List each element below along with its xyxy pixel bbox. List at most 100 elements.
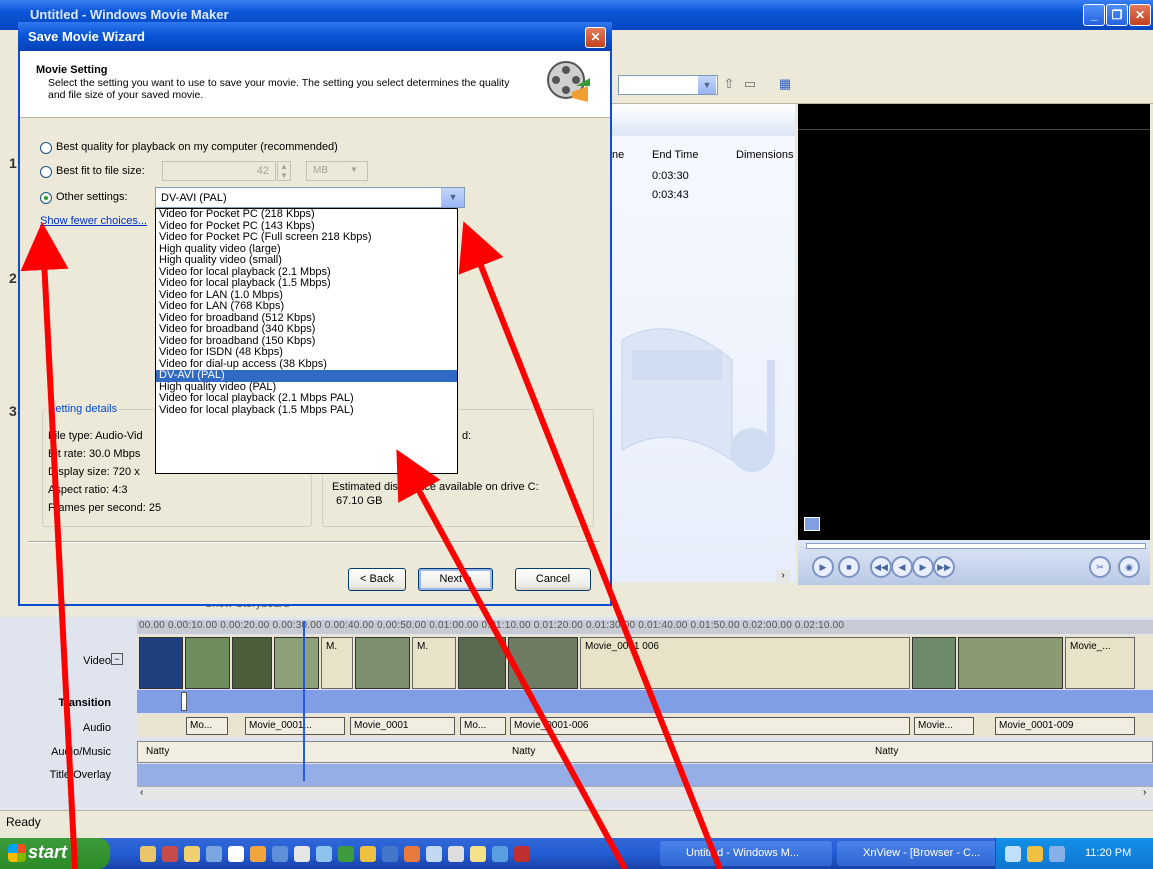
maximize-button[interactable]: ❐	[1106, 4, 1128, 26]
col-header-dimensions[interactable]: Dimensions	[736, 149, 793, 161]
dropdown-option[interactable]: Video for Pocket PC (218 Kbps)	[156, 209, 457, 221]
back-button[interactable]: < Back	[348, 568, 406, 591]
video-clip-thumbnail[interactable]	[958, 637, 1063, 689]
quick-launch-icon[interactable]	[404, 846, 420, 862]
title-overlay-track[interactable]	[137, 764, 1153, 786]
dropdown-option[interactable]: Video for local playback (1.5 Mbps)	[156, 277, 457, 290]
show-fewer-choices-link[interactable]: Show fewer choices...	[40, 215, 147, 227]
dropdown-option[interactable]: Video for LAN (768 Kbps)	[156, 300, 457, 313]
split-clip-icon[interactable]: ✂	[1089, 556, 1111, 578]
audio-clip[interactable]: Mo...	[186, 717, 228, 735]
views-icon[interactable]: ▦	[776, 76, 794, 94]
video-clip-thumbnail[interactable]	[458, 637, 506, 689]
audio-clip[interactable]: Mo...	[460, 717, 506, 735]
quick-launch-icon[interactable]	[206, 846, 222, 862]
video-clip-thumbnail[interactable]	[185, 637, 230, 689]
quick-launch-icon[interactable]	[140, 846, 156, 862]
quick-launch-icon[interactable]	[338, 846, 354, 862]
snapshot-icon[interactable]: ◉	[1118, 556, 1140, 578]
dropdown-option[interactable]: Video for broadband (340 Kbps)	[156, 323, 457, 336]
audio-clip[interactable]: Movie_0001	[350, 717, 455, 735]
video-clip[interactable]: Movie_0001 006	[580, 637, 910, 689]
dropdown-option[interactable]: DV-AVI (PAL)	[156, 369, 457, 382]
quick-launch-icon[interactable]	[360, 846, 376, 862]
quick-launch-icon[interactable]	[316, 846, 332, 862]
next-frame-icon[interactable]: ▶▶	[933, 556, 955, 578]
size-unit-arrow-icon[interactable]: ▼	[350, 165, 358, 174]
video-clip[interactable]: M.	[412, 637, 456, 689]
cancel-button[interactable]: Cancel	[515, 568, 591, 591]
main-close-button[interactable]: ✕	[1129, 4, 1151, 26]
back-icon[interactable]: ◀	[891, 556, 913, 578]
quick-launch-icon[interactable]	[470, 846, 486, 862]
quick-launch-icon[interactable]	[492, 846, 508, 862]
playhead[interactable]	[303, 621, 305, 781]
collections-dropdown-arrow[interactable]: ▼	[698, 76, 716, 94]
dialog-close-button[interactable]: ✕	[585, 27, 606, 48]
video-clip-thumbnail[interactable]	[355, 637, 410, 689]
dropdown-option[interactable]: High quality video (small)	[156, 254, 457, 267]
taskbar-button-xnview[interactable]: XnView - [Browser - C...	[837, 841, 1009, 866]
video-clip[interactable]: Movie_...	[1065, 637, 1135, 689]
quick-launch-icon[interactable]	[426, 846, 442, 862]
quick-launch-icon[interactable]	[448, 846, 464, 862]
dropdown-option[interactable]: Video for ISDN (48 Kbps)	[156, 346, 457, 359]
col-header-name[interactable]: ne	[612, 149, 624, 161]
audio-clip[interactable]: Movie...	[914, 717, 974, 735]
tray-icon[interactable]	[1049, 846, 1065, 862]
radio-best-fit-label[interactable]: Best fit to file size:	[56, 165, 145, 177]
up-folder-icon[interactable]: ⇧	[720, 76, 738, 94]
split-icon[interactable]	[804, 517, 820, 531]
tray-icon[interactable]	[1027, 846, 1043, 862]
timeline-scrollbar[interactable]	[137, 786, 1153, 800]
timeline-ruler[interactable]: 00.00 0.00:10.00 0.00:20.00 0.00:30.00 0…	[137, 620, 1153, 634]
scroll-right-icon[interactable]: ›	[1143, 787, 1146, 798]
audio-clip[interactable]: Movie_0001...	[245, 717, 345, 735]
settings-dropdown-list[interactable]: Video for Pocket PC (218 Kbps) Video for …	[155, 208, 458, 474]
video-clip[interactable]: M.	[321, 637, 353, 689]
minimize-button[interactable]: _	[1083, 4, 1105, 26]
forward-icon[interactable]: ▶	[912, 556, 934, 578]
file-size-spinner-icon[interactable]: ▲ ▼	[277, 161, 291, 181]
previous-frame-icon[interactable]: ◀◀	[870, 556, 892, 578]
radio-best-quality-label[interactable]: Best quality for playback on my computer…	[56, 141, 338, 153]
transition-marker[interactable]	[181, 692, 187, 711]
chevron-down-icon[interactable]: ▼	[441, 188, 464, 207]
scroll-right-icon[interactable]: ›	[776, 570, 790, 584]
collapse-video-icon[interactable]: −	[111, 653, 123, 665]
col-header-end-time[interactable]: End Time	[652, 149, 698, 161]
dropdown-option[interactable]: Video for local playback (2.1 Mbps PAL)	[156, 392, 457, 405]
quick-launch-icon[interactable]	[514, 846, 530, 862]
video-clip-thumbnail[interactable]	[139, 637, 183, 689]
video-clip-thumbnail[interactable]	[232, 637, 272, 689]
video-clip-thumbnail[interactable]	[508, 637, 578, 689]
quick-launch-icon[interactable]	[184, 846, 200, 862]
scroll-left-icon[interactable]: ‹	[140, 787, 143, 798]
audio-music-track[interactable]	[137, 741, 1153, 763]
quick-launch-icon[interactable]	[250, 846, 266, 862]
tray-icon[interactable]	[1005, 846, 1021, 862]
other-settings-select[interactable]: DV-AVI (PAL)	[155, 187, 465, 208]
play-icon[interactable]: ▶	[812, 556, 834, 578]
size-unit-select[interactable]: MB	[306, 161, 368, 181]
new-folder-icon[interactable]: ▭	[741, 76, 759, 94]
radio-best-fit[interactable]	[40, 166, 52, 178]
radio-best-quality[interactable]	[40, 142, 52, 154]
quick-launch-icon[interactable]	[272, 846, 288, 862]
next-button[interactable]: Next >	[418, 568, 493, 591]
audio-clip[interactable]: Movie_0001-006	[510, 717, 910, 735]
dropdown-option[interactable]: Video for local playback (1.5 Mbps PAL)	[156, 404, 457, 417]
taskbar-button-movie-maker[interactable]: Untitled - Windows M...	[660, 841, 832, 866]
video-clip-thumbnail[interactable]	[912, 637, 956, 689]
quick-launch-icon[interactable]	[382, 846, 398, 862]
quick-launch-icon[interactable]	[294, 846, 310, 862]
audio-clip[interactable]: Movie_0001-009	[995, 717, 1135, 735]
dropdown-option[interactable]: Video for Pocket PC (Full screen 218 Kbp…	[156, 231, 457, 244]
file-size-input[interactable]: 42	[162, 161, 276, 181]
radio-other-settings-label[interactable]: Other settings:	[56, 191, 128, 203]
seek-bar[interactable]	[806, 543, 1146, 549]
quick-launch-icon[interactable]	[162, 846, 178, 862]
radio-other-settings[interactable]	[40, 192, 52, 204]
quick-launch-icon[interactable]	[228, 846, 244, 862]
stop-icon[interactable]: ■	[838, 556, 860, 578]
